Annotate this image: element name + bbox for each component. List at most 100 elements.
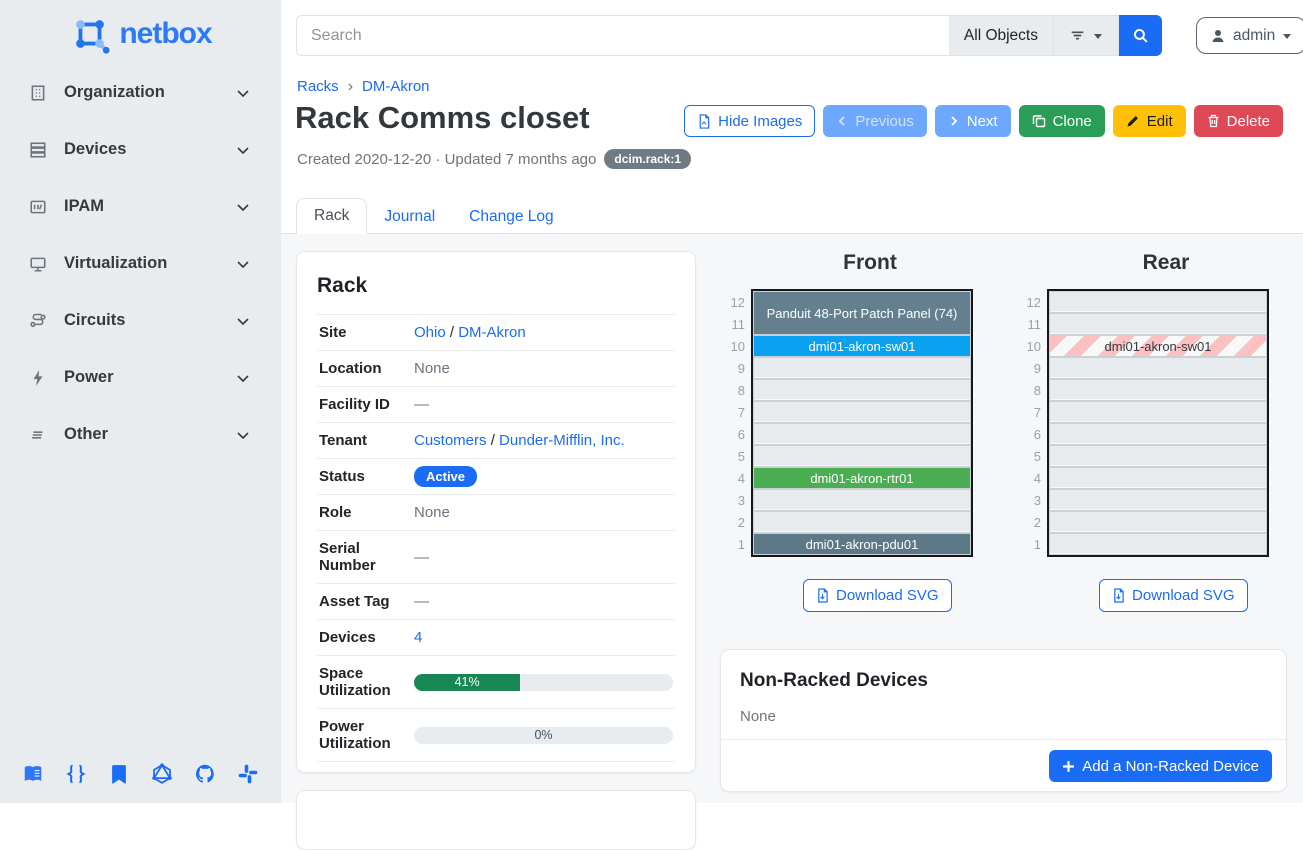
sidebar-item-circuits[interactable]: Circuits (0, 292, 281, 349)
rack-device[interactable]: dmi01-akron-pdu01 (754, 534, 970, 554)
api-braces-icon[interactable] (65, 763, 87, 785)
breadcrumb-link-racks[interactable]: Racks (297, 78, 339, 95)
sidebar-item-virtualization[interactable]: Virtualization (0, 235, 281, 292)
unit-number: 6 (1017, 424, 1045, 446)
user-menu-button[interactable]: admin (1196, 17, 1303, 54)
search-scope-select[interactable]: All Objects (949, 15, 1054, 56)
previous-button[interactable]: Previous (823, 105, 926, 137)
table-row: Status Active (317, 459, 675, 495)
search-icon (1132, 27, 1149, 44)
empty-unit-slot[interactable] (1049, 489, 1267, 511)
search-filter-button[interactable] (1054, 15, 1119, 56)
location-value: None (414, 360, 673, 377)
table-row: Power Utilization 0% (317, 709, 675, 762)
download-svg-front-button[interactable]: Download SVG (803, 579, 952, 612)
device-count-link[interactable]: 4 (414, 629, 422, 646)
empty-unit-slot[interactable] (753, 357, 971, 379)
table-row: Site Ohio / DM-Akron (317, 315, 675, 351)
rack-device[interactable]: Panduit 48-Port Patch Panel (74) (754, 292, 970, 334)
unit-number: 8 (1017, 380, 1045, 402)
empty-unit-slot[interactable] (1049, 401, 1267, 423)
next-button[interactable]: Next (935, 105, 1011, 137)
clone-button[interactable]: Clone (1019, 105, 1105, 137)
rear-elevation-title: Rear (1046, 251, 1286, 275)
status-badge: Active (414, 466, 477, 487)
sidebar-item-other[interactable]: Other (0, 406, 281, 463)
empty-unit-slot[interactable] (753, 401, 971, 423)
sidebar-item-devices[interactable]: Devices (0, 121, 281, 178)
rack-device[interactable]: dmi01-akron-rtr01 (754, 468, 970, 488)
empty-unit-slot[interactable] (1049, 313, 1267, 335)
empty-unit-slot[interactable] (753, 511, 971, 533)
server-stack-icon (28, 140, 48, 160)
empty-unit-slot[interactable] (1049, 467, 1267, 489)
tab-journal[interactable]: Journal (367, 200, 452, 234)
role-value: None (414, 504, 673, 521)
object-meta: Created 2020-12-20 · Updated 7 months ag… (297, 149, 691, 169)
site-group-link[interactable]: DM-Akron (458, 324, 526, 341)
empty-unit-slot[interactable] (1049, 379, 1267, 401)
empty-unit-slot[interactable] (1049, 291, 1267, 313)
unit-number: 5 (721, 446, 749, 468)
slack-icon[interactable] (237, 763, 259, 785)
ip-grid-icon (28, 197, 48, 217)
empty-unit-slot[interactable] (1049, 445, 1267, 467)
empty-unit-slot[interactable] (753, 379, 971, 401)
sidebar-menu: Organization Devices (0, 64, 281, 463)
unit-number: 7 (721, 402, 749, 424)
sidebar-item-label: Power (64, 368, 235, 387)
panel-title: Non-Racked Devices (721, 650, 1286, 692)
empty-unit-slot[interactable] (1049, 357, 1267, 379)
sidebar-item-organization[interactable]: Organization (0, 64, 281, 121)
table-row: Serial Number — (317, 531, 675, 584)
table-row: Location None (317, 351, 675, 387)
site-link[interactable]: Ohio (414, 324, 446, 341)
delete-button[interactable]: Delete (1194, 105, 1283, 137)
edit-button[interactable]: Edit (1113, 105, 1186, 137)
unit-number: 1 (1017, 534, 1045, 556)
journal-bookmark-icon[interactable] (108, 763, 130, 785)
space-utilization-value: 41% (455, 675, 480, 689)
rack-device[interactable]: dmi01-akron-sw01 (754, 336, 970, 356)
empty-unit-slot[interactable] (753, 489, 971, 511)
docs-book-icon[interactable] (22, 763, 44, 785)
empty-unit-slot[interactable] (753, 445, 971, 467)
breadcrumb-link-dm-akron[interactable]: DM-Akron (362, 78, 430, 95)
empty-unit-slot[interactable] (753, 423, 971, 445)
sidebar-item-power[interactable]: Power (0, 349, 281, 406)
empty-unit-slot[interactable] (1049, 423, 1267, 445)
unit-number: 10 (1017, 336, 1045, 358)
sidebar-footer (0, 753, 281, 795)
github-icon[interactable] (194, 763, 216, 785)
search-input[interactable] (296, 15, 949, 56)
sidebar-item-ipam[interactable]: IPAM (0, 178, 281, 235)
tab-change-log[interactable]: Change Log (452, 200, 570, 234)
graphql-icon[interactable] (151, 763, 173, 785)
table-row: Tenant Customers / Dunder-Mifflin, Inc. (317, 423, 675, 459)
rack-device[interactable]: dmi01-akron-sw01 (1050, 336, 1266, 356)
empty-unit-slot[interactable] (1049, 533, 1267, 555)
tenant-group-link[interactable]: Customers (414, 432, 487, 449)
unit-number-column: 121110987654321 (721, 292, 749, 556)
unit-number: 1 (721, 534, 749, 556)
add-non-racked-device-button[interactable]: Add a Non-Racked Device (1049, 750, 1272, 782)
tenant-link[interactable]: Dunder-Mifflin, Inc. (499, 432, 625, 449)
empty-unit-slot[interactable] (1049, 511, 1267, 533)
chevron-down-icon (235, 142, 251, 158)
user-name: admin (1233, 27, 1275, 45)
person-icon (1210, 28, 1226, 44)
netbox-logo-text: netbox (119, 17, 211, 51)
tab-rack[interactable]: Rack (296, 198, 367, 234)
main-content: All Objects (281, 0, 1303, 803)
unit-number: 2 (1017, 512, 1045, 534)
table-row: Asset Tag — (317, 584, 675, 620)
header-buttons: Hide Images Previous Next Clone (684, 105, 1283, 137)
hide-images-button[interactable]: Hide Images (684, 105, 815, 137)
unit-number: 9 (1017, 358, 1045, 380)
search-button[interactable] (1119, 15, 1162, 56)
download-svg-rear-button[interactable]: Download SVG (1099, 579, 1248, 612)
filter-lines-icon (1069, 27, 1086, 44)
netbox-logo[interactable]: netbox (0, 0, 281, 58)
pencil-icon (1126, 114, 1140, 128)
building-icon (28, 83, 48, 103)
